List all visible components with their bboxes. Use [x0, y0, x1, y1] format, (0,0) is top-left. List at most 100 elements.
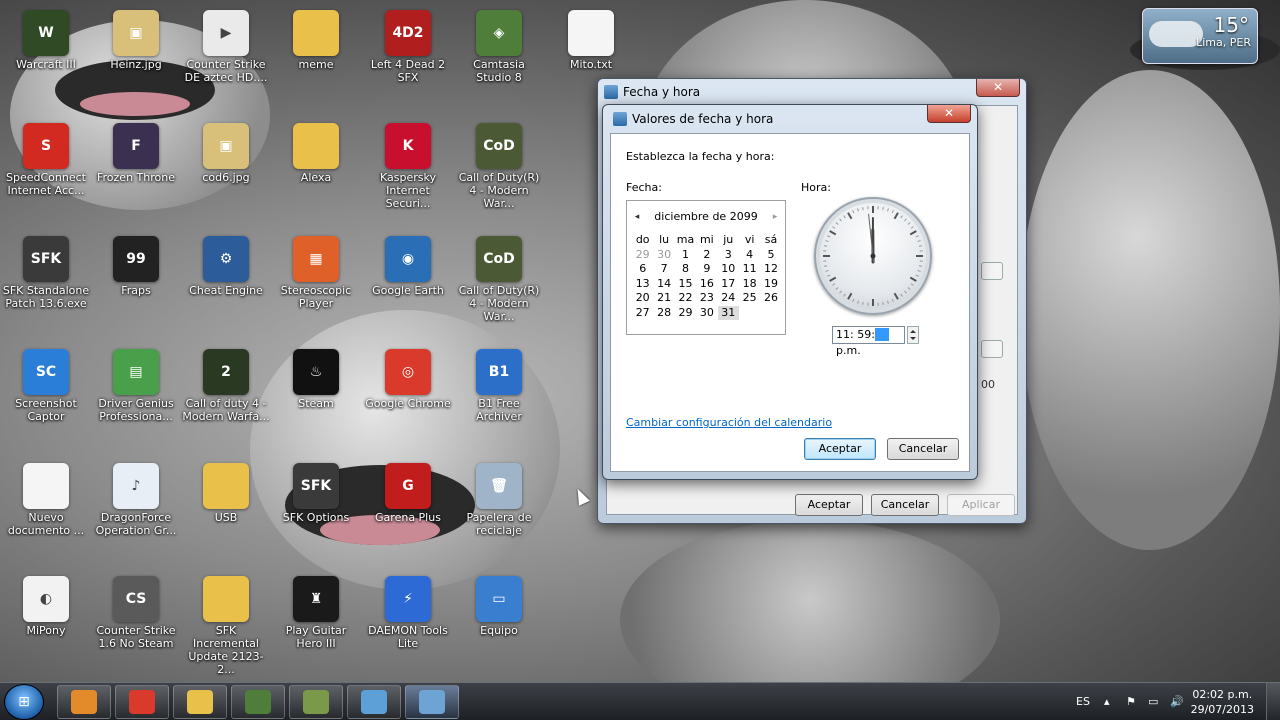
taskbar-clock[interactable]: 02:02 p.m. 29/07/2013	[1191, 687, 1254, 717]
desktop-icon[interactable]: B1 B1 Free Archiver	[453, 343, 545, 451]
calendar-day[interactable]: 8	[675, 262, 696, 277]
calendar-day[interactable]: 15	[675, 277, 696, 292]
desktop-icon[interactable]: ▣ Heinz.jpg	[90, 4, 182, 112]
language-indicator[interactable]: ES	[1076, 683, 1090, 720]
close-button[interactable]: ✕	[976, 79, 1020, 97]
dialog-accept-button[interactable]: Aceptar	[804, 438, 876, 460]
desktop-icon[interactable]: SFK SFK Standalone Patch 13.6.exe	[0, 230, 92, 338]
action-center-flag-icon[interactable]: ⚑	[1126, 683, 1136, 720]
calendar-day[interactable]: 27	[632, 306, 653, 321]
taskbar-button[interactable]	[405, 685, 459, 719]
taskbar-button[interactable]	[231, 685, 285, 719]
desktop-icon[interactable]: ▶ Counter Strike DE aztec HD....	[180, 4, 272, 112]
desktop-icon[interactable]: USB	[180, 457, 272, 565]
show-hidden-icons-icon[interactable]: ▴	[1104, 683, 1110, 720]
calendar-day[interactable]: 12	[760, 262, 781, 277]
desktop-icon[interactable]: CoD Call of Duty(R) 4 - Modern War...	[453, 230, 545, 338]
apply-button[interactable]: Aplicar	[947, 494, 1015, 516]
calendar-day[interactable]: 22	[675, 291, 696, 306]
taskbar-button[interactable]	[173, 685, 227, 719]
time-seconds-selected[interactable]: 59	[874, 328, 889, 341]
calendar-day[interactable]: 16	[696, 277, 717, 292]
volume-icon[interactable]: 🔊	[1170, 683, 1184, 720]
desktop-icon[interactable]: 🗑 Papelera de reciclaje	[453, 457, 545, 565]
desktop-icon[interactable]: ♪ DragonForce Operation Gr...	[90, 457, 182, 565]
desktop-icon[interactable]: SFK Incremental Update 2123-2...	[180, 570, 272, 678]
calendar-day[interactable]: 20	[632, 291, 653, 306]
calendar-month-title[interactable]: diciembre de 2099	[649, 209, 763, 225]
desktop-icon[interactable]: ♨ Steam	[270, 343, 362, 451]
calendar-day[interactable]: 13	[632, 277, 653, 292]
calendar-day[interactable]: 14	[653, 277, 674, 292]
desktop-icon[interactable]: ⚡ DAEMON Tools Lite	[362, 570, 454, 678]
calendar-day[interactable]: 10	[718, 262, 739, 277]
calendar-day[interactable]: 4	[739, 248, 760, 263]
prev-month-icon[interactable]: ◂	[631, 209, 643, 225]
taskbar-button[interactable]	[57, 685, 111, 719]
dialog-cancel-button[interactable]: Cancelar	[887, 438, 959, 460]
desktop-icon[interactable]: K Kaspersky Internet Securi...	[362, 117, 454, 225]
desktop-icon[interactable]: ▣ cod6.jpg	[180, 117, 272, 225]
calendar-day[interactable]: 2	[696, 248, 717, 263]
calendar-day[interactable]: 28	[653, 306, 674, 321]
show-desktop-button[interactable]	[1266, 683, 1280, 720]
desktop-icon[interactable]: ▤ Driver Genius Professiona...	[90, 343, 182, 451]
calendar-day[interactable]: 7	[653, 262, 674, 277]
desktop-icon[interactable]: ◐ MiPony	[0, 570, 92, 678]
calendar-day[interactable]: 18	[739, 277, 760, 292]
desktop-icon[interactable]: SFK SFK Options	[270, 457, 362, 565]
desktop-icon[interactable]: ▭ Equipo	[453, 570, 545, 678]
desktop-icon[interactable]: Alexa	[270, 117, 362, 225]
dialog-titlebar[interactable]: Valores de fecha y hora	[603, 105, 977, 133]
desktop-icon[interactable]: Nuevo documento ...	[0, 457, 92, 565]
time-spinner[interactable]	[907, 326, 919, 344]
calendar-day[interactable]: 21	[653, 291, 674, 306]
calendar-day[interactable]: 1	[675, 248, 696, 263]
next-month-icon[interactable]: ▸	[769, 209, 781, 225]
desktop-icon[interactable]: G Garena Plus	[362, 457, 454, 565]
calendar-day[interactable]: 17	[718, 277, 739, 292]
taskbar-button[interactable]	[289, 685, 343, 719]
dialog-close-button[interactable]: ✕	[927, 105, 971, 123]
desktop-icon[interactable]: ◎ Google Chrome	[362, 343, 454, 451]
calendar-day[interactable]: 31	[717, 305, 739, 320]
calendar-day[interactable]: 29	[675, 306, 696, 321]
desktop-icon[interactable]: meme	[270, 4, 362, 112]
calendar-day[interactable]: 6	[632, 262, 653, 277]
calendar-day[interactable]: 25	[739, 291, 760, 306]
calendar-day[interactable]: 5	[760, 248, 781, 263]
desktop-icon[interactable]: ⚙ Cheat Engine	[180, 230, 272, 338]
desktop-icon[interactable]: ◉ Google Earth	[362, 230, 454, 338]
calendar-day[interactable]: 24	[718, 291, 739, 306]
calendar-day[interactable]: 30	[653, 248, 674, 263]
hidden-button[interactable]	[981, 340, 1003, 358]
desktop-icon[interactable]: SC Screenshot Captor	[0, 343, 92, 451]
desktop-icon[interactable]: 99 Fraps	[90, 230, 182, 338]
calendar-day[interactable]: 3	[718, 248, 739, 263]
desktop-icon[interactable]: W Warcraft III	[0, 4, 92, 112]
desktop-icon[interactable]: CoD Call of Duty(R) 4 - Modern War...	[453, 117, 545, 225]
accept-button[interactable]: Aceptar	[795, 494, 863, 516]
calendar-day[interactable]: 26	[760, 291, 781, 306]
calendar-day[interactable]: 23	[696, 291, 717, 306]
calendar-day[interactable]: 30	[696, 306, 717, 321]
desktop-icon[interactable]: ♜ Play Guitar Hero III	[270, 570, 362, 678]
window-titlebar[interactable]: Fecha y hora	[598, 79, 1026, 105]
time-input[interactable]: 11: 59:59 p.m.	[832, 326, 905, 357]
calendar-day[interactable]: 29	[632, 248, 653, 263]
desktop-icon[interactable]: CS Counter Strike 1.6 No Steam	[90, 570, 182, 678]
calendar-day[interactable]: 19	[760, 277, 781, 292]
taskbar-button[interactable]	[347, 685, 401, 719]
taskbar-button[interactable]	[115, 685, 169, 719]
change-calendar-settings-link[interactable]: Cambiar configuración del calendario	[626, 416, 832, 429]
calendar-day[interactable]: 9	[696, 262, 717, 277]
desktop-icon[interactable]: ▦ Stereoscopic Player	[270, 230, 362, 338]
desktop-icon[interactable]: ◈ Camtasia Studio 8	[453, 4, 545, 112]
network-icon[interactable]: ▭	[1148, 683, 1158, 720]
hidden-button[interactable]	[981, 262, 1003, 280]
weather-gadget[interactable]: 15° Lima, PER	[1142, 8, 1258, 64]
cancel-button[interactable]: Cancelar	[871, 494, 939, 516]
desktop-icon[interactable]: S SpeedConnect Internet Acc...	[0, 117, 92, 225]
desktop-icon[interactable]: 2 Call of duty 4 - Modern Warfa...	[180, 343, 272, 451]
calendar-day[interactable]: 11	[739, 262, 760, 277]
